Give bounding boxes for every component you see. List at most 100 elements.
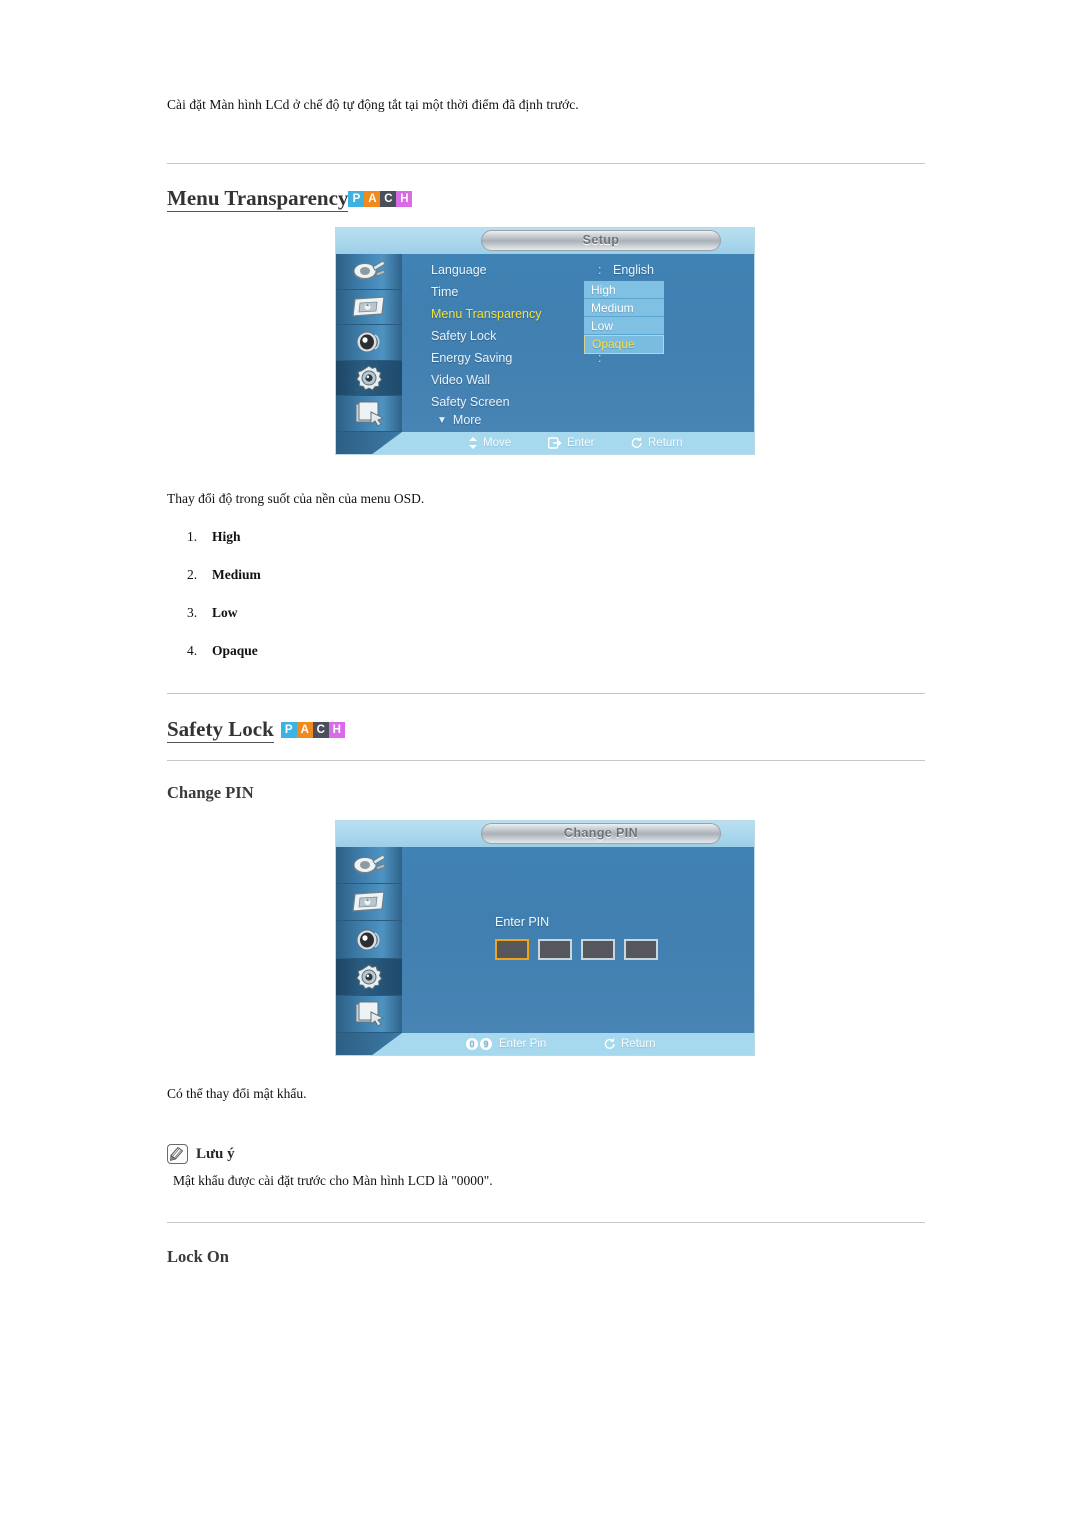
badge-h: H [328,722,345,738]
enter-icon [548,437,562,449]
list-item-label: Medium [212,567,261,582]
list-item-number: 3. [187,605,198,620]
osd-bottom-bar-change-pin: 0 9 Enter Pin Return [336,1033,754,1055]
key-zero: 0 [466,1038,478,1050]
osd-bottom-corner [336,432,402,454]
pin-digit-3[interactable] [581,939,615,960]
osd-dropdown-option-opaque[interactable]: Opaque [584,335,664,354]
osd-more-label: More [452,413,482,427]
osd-title-setup: Setup [481,230,721,251]
osd-sidebar-item-sound[interactable] [336,921,402,959]
gear-setup-icon [352,364,386,392]
divider-safety-lock-bottom [167,760,925,761]
chevron-down-icon: ▼ [437,415,447,426]
move-arrows-icon [468,437,478,449]
osd-sidebar-item-multicontrol[interactable] [336,996,402,1034]
osd-sidebar-item-setup[interactable] [336,360,402,397]
list-item-label: Low [212,605,238,620]
multi-control-icon [351,400,387,428]
osd-dropdown-option-low[interactable]: Low [584,317,664,335]
osd-dropdown-transparency[interactable]: High Medium Low Opaque [584,281,664,354]
list-item-number: 4. [187,643,198,658]
osd-hint-enter[interactable]: Enter [548,437,595,449]
menu-transparency-description: Thay đổi độ trong suốt của nền của menu … [167,491,425,506]
subheading-change-pin: Change PIN [167,783,254,802]
return-icon [631,437,643,449]
model-badges-safety-lock: P A C H [280,722,345,738]
screen-display-icon [351,294,387,320]
picture-input-icon [351,258,387,284]
pin-digit-1[interactable] [495,939,529,960]
note-body: Mật khẩu được cài đặt trước cho Màn hình… [173,1173,493,1188]
badge-c: C [312,722,329,738]
osd-row-label: Menu Transparency [431,307,542,321]
osd-hint-return-label: Return [648,437,683,449]
number-keys-icon: 0 9 [466,1038,494,1050]
osd-hint-return[interactable]: Return [631,437,683,449]
heading-safety-lock-text: Safety Lock [167,717,274,743]
osd-sidebar-item-setup[interactable] [336,958,402,996]
osd-dropdown-option-high[interactable]: High [584,281,664,299]
badge-h: H [396,191,413,207]
osd-sidebar-item-sound[interactable] [336,325,402,361]
osd-title-strip: Change PIN [336,821,754,847]
speaker-sound-icon [352,329,386,355]
screen-display-icon [351,889,387,915]
subheading-lock-on: Lock On [167,1247,229,1266]
osd-menu-list-setup: Language : English Time Menu Transparenc… [402,254,754,432]
osd-bottom-corner [336,1033,402,1055]
heading-menu-transparency-text: Menu Transparency [167,186,349,212]
heading-menu-transparency: Menu Transparency P A C H [167,186,413,212]
osd-row-label: Safety Lock [431,329,497,343]
pin-digit-4[interactable] [624,939,658,960]
badge-p: P [348,191,365,207]
osd-hint-enter-pin-label: Enter Pin [499,1038,547,1050]
osd-hint-move-label: Move [483,437,512,449]
osd-screenshot-setup: Setup Language: English Time Menu Trans… [336,228,754,454]
picture-input-icon [351,852,387,878]
osd-sidebar-item-multicontrol[interactable] [336,396,402,432]
badge-p: P [280,722,297,738]
osd-hint-enter-label: Enter [567,437,595,449]
osd-main-change-pin: Enter PIN [336,847,754,1034]
badge-a: A [296,722,313,738]
note-title: Lưu ý [196,1145,235,1162]
heading-safety-lock: Safety Lock P A C H [167,717,345,743]
osd-sidebar-item-picture[interactable] [336,847,402,885]
osd-dropdown-option-medium[interactable]: Medium [584,299,664,317]
osd-row-label: Video Wall [431,373,491,387]
speaker-sound-icon [352,927,386,953]
model-badges-menu-transparency: P A C H [348,191,413,207]
osd-title-strip: Setup [336,228,754,254]
change-pin-description: Có thể thay đổi mật khẩu. [167,1086,307,1101]
osd-pin-input-group[interactable] [495,939,667,960]
osd-sidebar-item-picture[interactable] [336,254,402,290]
list-item-number: 2. [187,567,198,582]
osd-hint-enter-pin[interactable]: 0 9 Enter Pin [466,1038,546,1050]
osd-row-more[interactable]: ▼ More [437,413,481,427]
pin-digit-2[interactable] [538,939,572,960]
list-item-label: High [212,529,241,544]
osd-main-setup: Language : English Time Menu Transparenc… [336,254,754,432]
osd-row-label: Time [431,285,459,299]
osd-hint-move[interactable]: Move [468,437,511,449]
badge-a: A [364,191,381,207]
osd-sidebar-change-pin [336,847,402,1034]
note-header: Lưu ý [167,1142,493,1166]
osd-screenshot-change-pin: Change PIN Enter PIN 0 9 Enter Pin Retur… [336,821,754,1055]
osd-row-value: English [613,263,654,277]
osd-bottom-bar-setup: Move Enter Return [336,432,754,454]
osd-row-colon: : [598,263,602,277]
divider-top [167,163,925,164]
osd-enter-pin-label: Enter PIN [495,915,550,929]
osd-hint-return[interactable]: Return [604,1038,656,1050]
osd-row-label: Safety Screen [431,395,510,409]
osd-title-change-pin: Change PIN [481,823,721,844]
multi-control-icon [351,1000,387,1028]
osd-pin-area: Enter PIN [402,847,754,1033]
osd-row-label: Energy Saving [431,351,513,365]
osd-sidebar-item-screen[interactable] [336,290,402,326]
key-nine: 9 [480,1038,492,1050]
list-item-number: 1. [187,529,198,544]
osd-sidebar-item-screen[interactable] [336,884,402,922]
